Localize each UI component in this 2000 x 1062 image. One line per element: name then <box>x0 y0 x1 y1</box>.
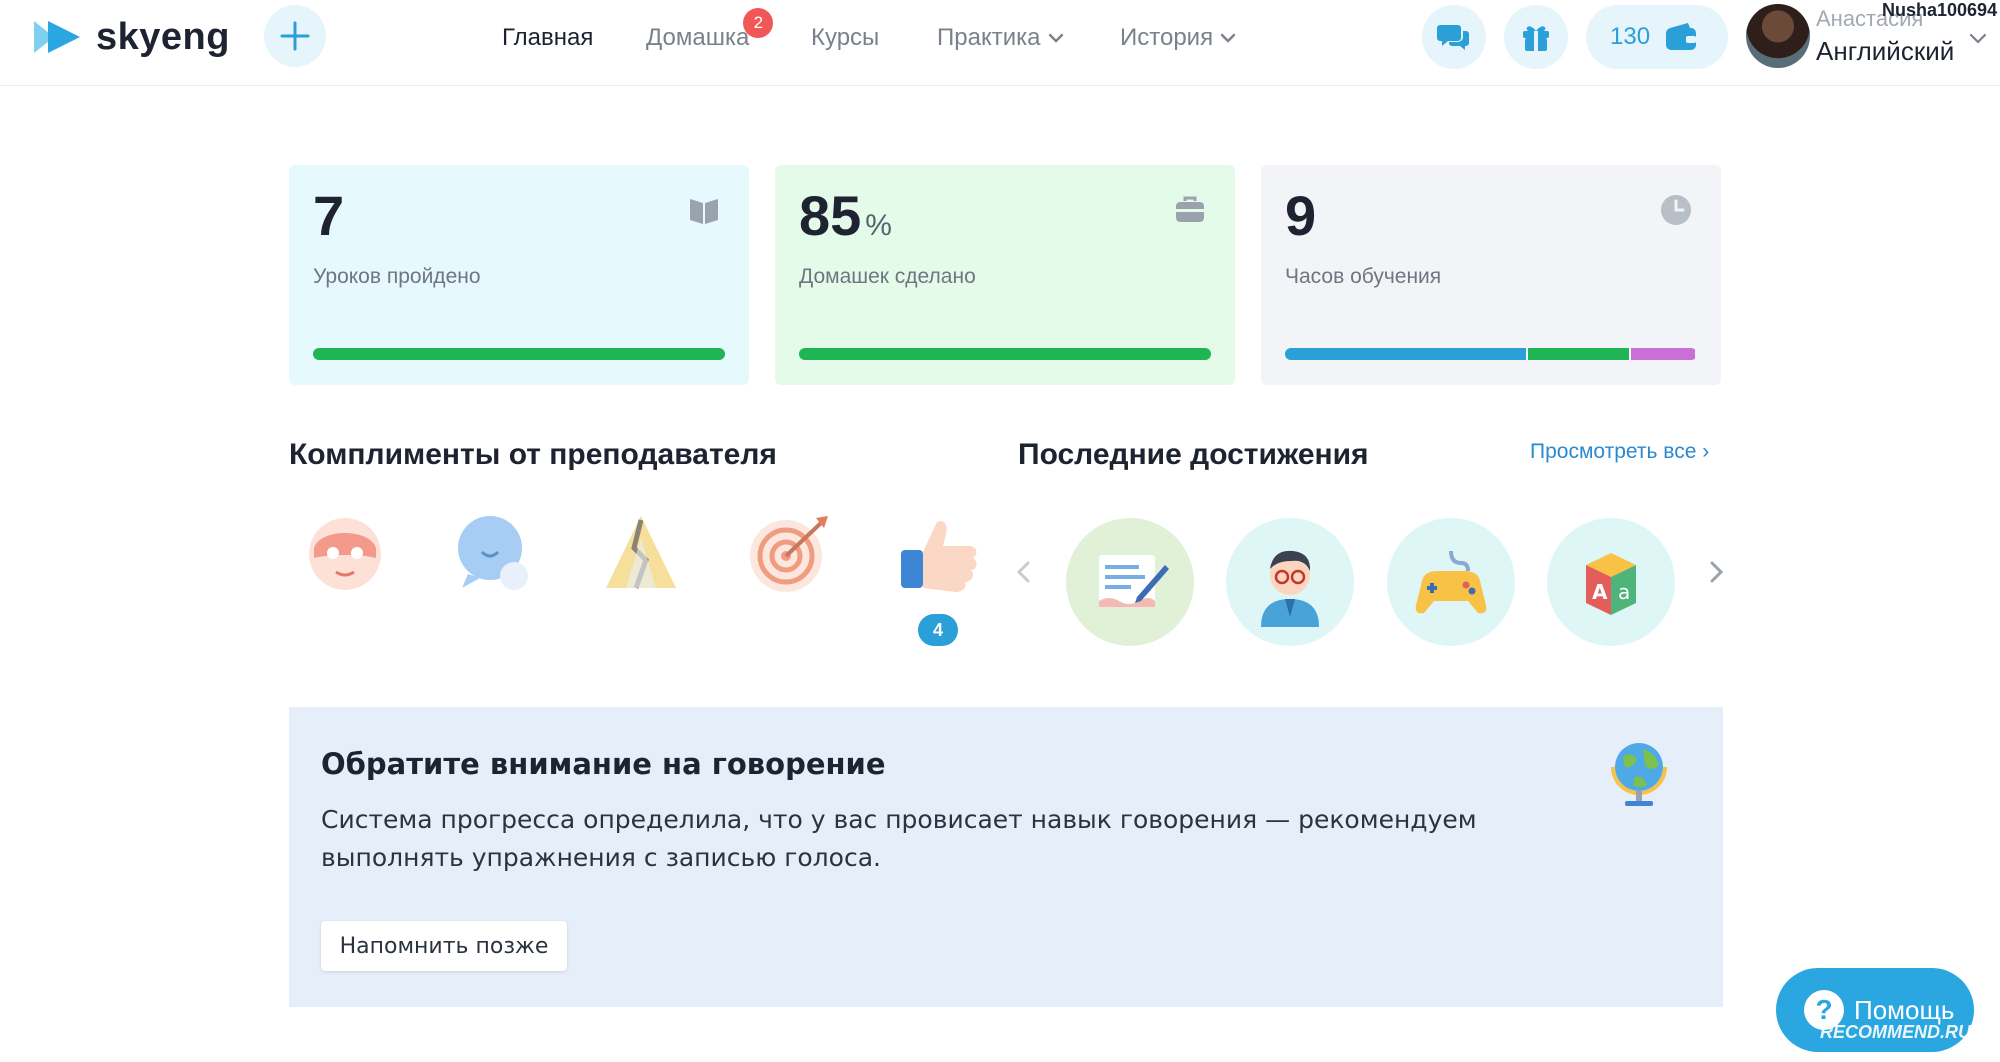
notice-text: Система прогресса определила, что у вас … <box>321 805 1477 872</box>
stat-card-lessons: 7 Уроков пройдено <box>289 165 749 385</box>
current-course[interactable]: Английский <box>1816 36 1954 67</box>
target-icon <box>750 516 828 592</box>
stat-value: 85 <box>799 184 862 247</box>
nav-item-practice[interactable]: Практика <box>937 18 1065 58</box>
alphabet-cube-icon: A a <box>1586 553 1636 615</box>
stat-value-wrap: 85% <box>799 183 892 248</box>
progress-segment-lessons <box>1285 348 1527 360</box>
chat-bubbles-icon <box>458 516 528 590</box>
chevron-right-icon[interactable] <box>1702 558 1730 586</box>
watermark-recommend: RECOMMEND.RU <box>1820 1022 1971 1042</box>
achievement-teacher[interactable] <box>1226 518 1354 646</box>
chat-bubbles-icon <box>1437 25 1469 50</box>
view-all-achievements-link[interactable]: Просмотреть все › <box>1530 440 1709 464</box>
stat-card-hours: 9 Часов обучения <box>1261 165 1721 385</box>
progress-fill <box>799 348 1211 360</box>
globe-icon <box>1611 743 1667 806</box>
document-pen-icon <box>1099 555 1169 607</box>
chevron-down-icon[interactable] <box>1968 28 1988 48</box>
brand-name: skyeng <box>96 15 230 58</box>
clock-icon <box>1661 195 1691 225</box>
homework-count-badge: 2 <box>743 8 774 38</box>
compliment-target[interactable] <box>744 508 834 598</box>
remind-later-button[interactable]: Напомнить позже <box>321 921 567 971</box>
compliment-lock[interactable] <box>596 508 686 598</box>
progress-segment-homework <box>1528 348 1630 360</box>
nav-label: История <box>1120 24 1214 51</box>
balance-value: 130 <box>1610 23 1651 50</box>
book-icon <box>690 199 718 224</box>
stat-value: 9 <box>1285 184 1317 247</box>
help-label: Помощь <box>1854 994 1955 1025</box>
compliment-thumbs-up[interactable] <box>893 508 983 598</box>
achievement-gamepad[interactable] <box>1387 518 1515 646</box>
nav-label: Курсы <box>811 24 880 51</box>
homework-progress-bar <box>799 348 1211 360</box>
compliment-chat[interactable] <box>448 508 538 598</box>
hours-progress-bar <box>1285 348 1697 360</box>
svg-text:a: a <box>1618 580 1630 604</box>
nav-item-homework[interactable]: Домашка 2 <box>646 8 774 58</box>
teacher-icon <box>1261 550 1319 627</box>
balance-button[interactable]: 130 <box>1586 5 1728 69</box>
skyeng-logo[interactable]: skyeng <box>32 14 230 60</box>
stat-label: Часов обучения <box>1285 265 1442 288</box>
wallet-icon <box>1666 23 1697 50</box>
top-header: skyeng Главная Домашка 2 Курсы Практика … <box>0 0 2000 86</box>
chevron-down-icon <box>1048 33 1063 43</box>
chevron-down-icon <box>1220 33 1236 43</box>
nav-item-home[interactable]: Главная <box>502 18 593 58</box>
nav-label: Практика <box>937 24 1041 51</box>
achievement-document[interactable] <box>1066 518 1194 646</box>
add-button[interactable] <box>264 5 326 67</box>
achievement-alphabet[interactable]: A a <box>1547 518 1675 646</box>
logo-play-icon <box>34 21 80 53</box>
compliments-title: Комплименты от преподавателя <box>289 438 777 471</box>
thumbs-up-icon <box>901 520 977 592</box>
thumbs-up-count-badge: 4 <box>918 614 958 646</box>
lessons-progress-bar <box>313 348 725 360</box>
gift-button[interactable] <box>1504 5 1568 69</box>
stat-label: Домашек сделано <box>799 265 976 288</box>
briefcase-icon <box>1176 196 1204 222</box>
progress-segment-practice <box>1631 348 1695 360</box>
stat-card-homework: 85% Домашек сделано <box>775 165 1235 385</box>
plus-icon <box>280 21 310 51</box>
achievements-title: Последние достижения <box>1018 438 1369 471</box>
watermark-username: Nusha100694 <box>1882 0 1998 20</box>
nav-label: Главная <box>502 24 594 51</box>
compliment-superhero[interactable] <box>300 508 390 598</box>
nav-label: Домашка <box>646 24 750 51</box>
chat-button[interactable] <box>1422 5 1486 69</box>
nav-item-courses[interactable]: Курсы <box>811 18 879 58</box>
avatar[interactable] <box>1746 4 1810 68</box>
broken-lock-icon <box>606 516 676 589</box>
gift-icon <box>1523 26 1549 51</box>
svg-text:A: A <box>1592 580 1608 604</box>
chevron-left-icon[interactable] <box>1010 558 1038 586</box>
stat-unit: % <box>865 209 892 242</box>
progress-fill <box>313 348 725 360</box>
notice-title: Обратите внимание на говорение <box>321 747 886 781</box>
gamepad-icon <box>1415 550 1487 614</box>
speaking-notice-panel: Обратите внимание на говорение Система п… <box>289 707 1723 1007</box>
stat-label: Уроков пройдено <box>313 265 481 288</box>
nav-item-history[interactable]: История <box>1120 18 1237 58</box>
superhero-mask-icon <box>309 518 381 590</box>
stat-value: 7 <box>313 184 345 247</box>
